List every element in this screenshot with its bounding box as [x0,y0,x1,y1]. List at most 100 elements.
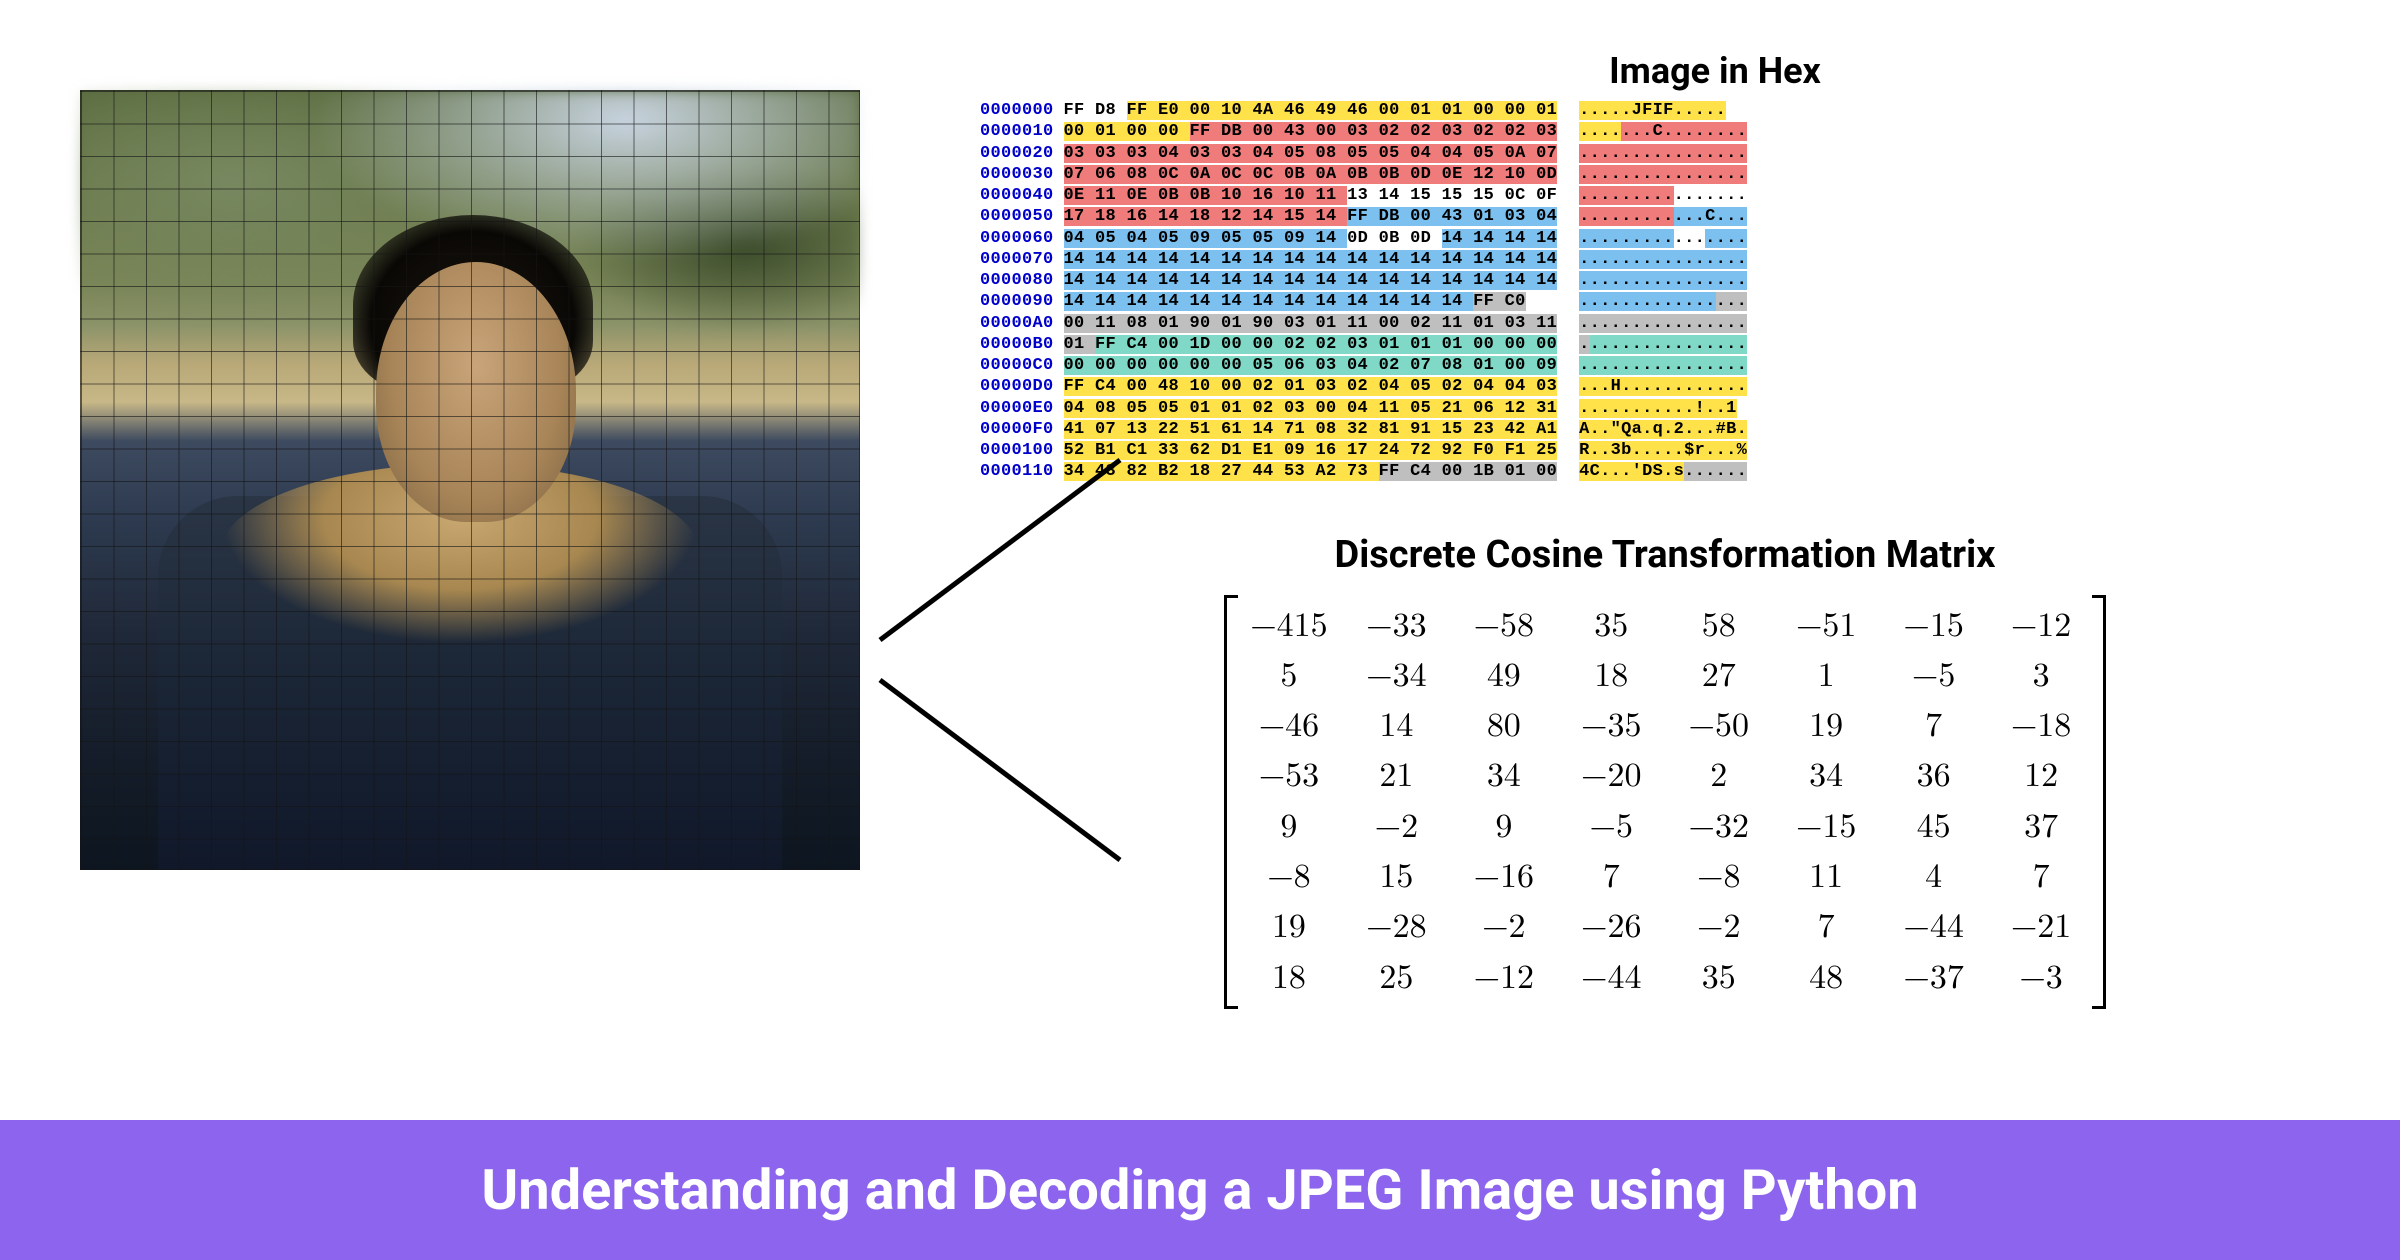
matrix-cell: 7 [2002,852,2079,902]
hex-row: 52 B1 C1 33 62 D1 E1 09 16 17 24 72 92 F… [1064,440,1558,461]
matrix-cell: −8 [1680,852,1757,902]
matrix-cell: −16 [1465,852,1542,902]
matrix-cell: −50 [1680,701,1757,751]
hex-address: 00000F0 [980,419,1054,440]
hex-row: 01 FF C4 00 1D 00 00 02 02 03 01 01 01 0… [1064,334,1558,355]
hex-ascii-row: .....JFIF..... [1579,100,1747,121]
matrix-cell: 36 [1895,751,1972,801]
hex-ascii-row: ................ [1579,185,1747,206]
hex-ascii-row: ...........!..1 [1579,398,1747,419]
hex-ascii-row: ................ [1579,313,1747,334]
hex-address: 0000070 [980,249,1054,270]
matrix-cell: 12 [2002,751,2079,801]
matrix-cell: −2 [1680,902,1757,952]
matrix-cell: 37 [2002,802,2079,852]
hex-address: 00000A0 [980,313,1054,334]
hex-row: 00 01 00 00 FF DB 00 43 00 03 02 02 03 0… [1064,121,1558,142]
hex-address: 0000090 [980,291,1054,312]
matrix-cell: −37 [1895,953,1972,1003]
matrix-cell: −34 [1358,651,1435,701]
matrix-cell: −2 [1358,802,1435,852]
matrix-cell: 19 [1250,902,1327,952]
matrix-cell: −20 [1573,751,1650,801]
hex-row: 04 05 04 05 09 05 05 09 14 0D 0B 0D 14 1… [1064,228,1558,249]
right-panel: Image in Hex 000000000000100000020000003… [900,50,2320,1120]
dct-title: Discrete Cosine Transformation Matrix [1010,533,2320,577]
hex-row: 14 14 14 14 14 14 14 14 14 14 14 14 14 F… [1064,291,1558,312]
matrix-cell: 21 [1358,751,1435,801]
matrix-cell: 9 [1465,802,1542,852]
footer-banner: Understanding and Decoding a JPEG Image … [0,1120,2400,1260]
hex-address: 0000060 [980,228,1054,249]
hex-row: FF D8 FF E0 00 10 4A 46 49 46 00 01 01 0… [1064,100,1558,121]
hex-row: 03 03 03 04 03 03 04 05 08 05 05 04 04 0… [1064,143,1558,164]
matrix-cell: 18 [1573,651,1650,701]
matrix-cell: −46 [1250,701,1327,751]
matrix-cell: 19 [1787,701,1864,751]
hex-row: 0E 11 0E 0B 0B 10 16 10 11 13 14 15 15 1… [1064,185,1558,206]
matrix-cell: 27 [1680,651,1757,701]
matrix-cell: 34 [1787,751,1864,801]
hex-ascii-row: ................ [1579,143,1747,164]
matrix-cell: −35 [1573,701,1650,751]
matrix-cell: 58 [1680,601,1757,651]
matrix-cell: 9 [1250,802,1327,852]
matrix-cell: −8 [1250,852,1327,902]
matrix-cell: −58 [1465,601,1542,651]
matrix-cell: 7 [1573,852,1650,902]
hex-ascii-row: 4C...'DS.s...... [1579,461,1747,482]
hex-ascii-row: ...H............ [1579,376,1747,397]
matrix-cell: −21 [2002,902,2079,952]
hex-ascii-row: ................ [1579,249,1747,270]
photo-with-grid [80,90,860,870]
matrix-cell: 15 [1358,852,1435,902]
matrix-cell: −32 [1680,802,1757,852]
matrix-cell: −44 [1895,902,1972,952]
dct-matrix: −415−33−583558−51−15−125−344918271−53−46… [1010,595,2320,1010]
hex-ascii-row: .......C........ [1579,121,1747,142]
matrix-cell: 1 [1787,651,1864,701]
hex-address: 0000040 [980,185,1054,206]
matrix-cell: 34 [1465,751,1542,801]
hex-address: 0000050 [980,206,1054,227]
hex-row: 34 43 82 B2 18 27 44 53 A2 73 FF C4 00 1… [1064,461,1558,482]
grid-overlay [80,90,860,870]
matrix-cell: −415 [1250,601,1327,651]
hex-ascii-row: R..3b.....$r...% [1579,440,1747,461]
matrix-cell: −53 [1250,751,1327,801]
hex-address: 0000030 [980,164,1054,185]
matrix-cell: 14 [1358,701,1435,751]
hex-address: 0000010 [980,121,1054,142]
hex-address: 00000B0 [980,334,1054,355]
hex-ascii-row: ................ [1579,291,1747,312]
matrix-cell: 7 [1787,902,1864,952]
hex-row: 41 07 13 22 51 61 14 71 08 32 81 91 15 2… [1064,419,1558,440]
matrix-cell: 3 [2002,651,2079,701]
matrix-cell: −15 [1787,802,1864,852]
content-area: Image in Hex 000000000000100000020000003… [0,0,2400,1120]
matrix-cell: 48 [1787,953,1864,1003]
matrix-cell: −15 [1895,601,1972,651]
matrix-cell: 25 [1358,953,1435,1003]
hex-row: 07 06 08 0C 0A 0C 0C 0B 0A 0B 0B 0D 0E 1… [1064,164,1558,185]
hex-address: 0000100 [980,440,1054,461]
matrix-cell: −5 [1895,651,1972,701]
matrix-cell: 4 [1895,852,1972,902]
hex-ascii-row: ................ [1579,270,1747,291]
hex-section: Image in Hex 000000000000100000020000003… [980,50,2320,483]
matrix-cell: 11 [1787,852,1864,902]
matrix-cell: −26 [1573,902,1650,952]
hex-ascii-row: ................ [1579,164,1747,185]
matrix-cell: 18 [1250,953,1327,1003]
matrix-cell: −28 [1358,902,1435,952]
matrix-cell: 45 [1895,802,1972,852]
hex-title: Image in Hex [980,50,2320,92]
hex-ascii-row: ............C... [1579,206,1747,227]
matrix-cell: −2 [1465,902,1542,952]
hex-ascii-row: ................ [1579,355,1747,376]
hex-row: 17 18 16 14 18 12 14 15 14 FF DB 00 43 0… [1064,206,1558,227]
hex-row: 00 00 00 00 00 00 05 06 03 04 02 07 08 0… [1064,355,1558,376]
hex-ascii-row: ................ [1579,334,1747,355]
hex-address: 0000020 [980,143,1054,164]
matrix-cell: 2 [1680,751,1757,801]
